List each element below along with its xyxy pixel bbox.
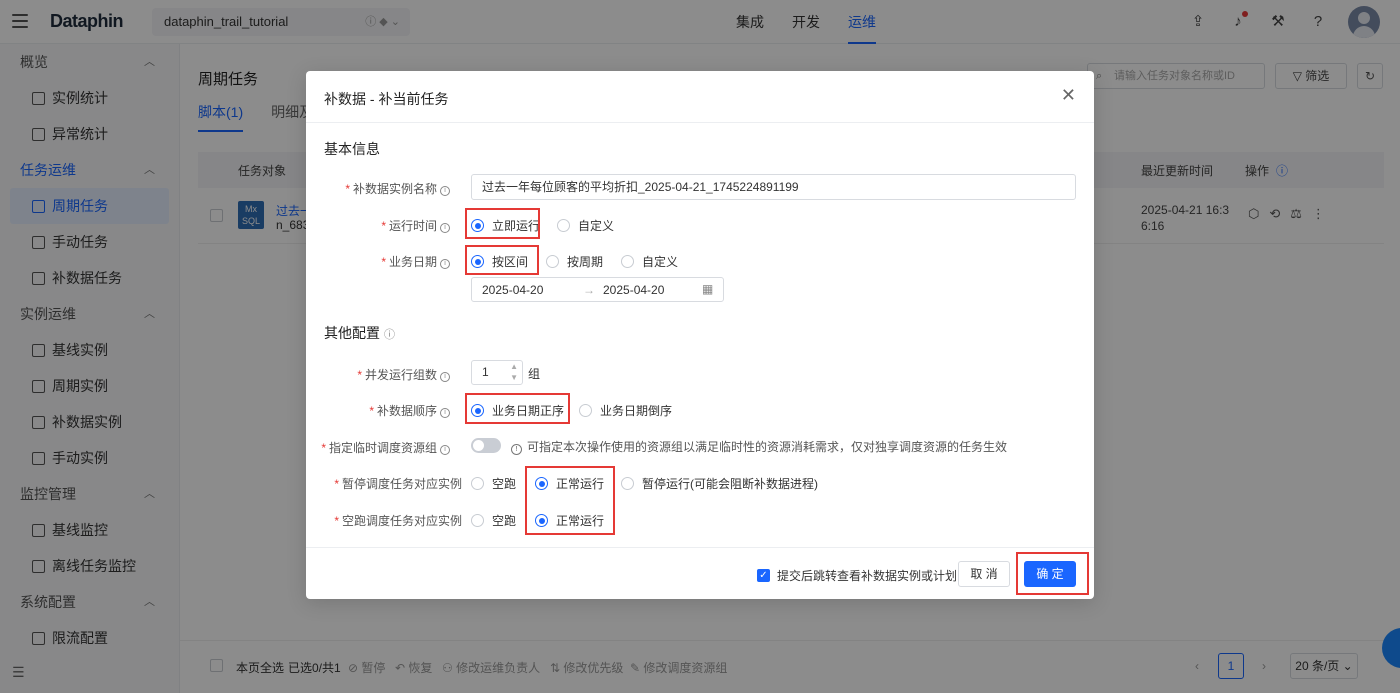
highlight-box xyxy=(525,466,615,535)
info-icon: i xyxy=(440,445,450,455)
highlight-box xyxy=(1016,552,1089,595)
label-instance-name: * 补数据实例名称 i xyxy=(306,180,450,197)
label-run-time: * 运行时间 i xyxy=(306,217,450,234)
highlight-box xyxy=(465,393,570,424)
info-icon: i xyxy=(440,372,450,382)
info-icon: ! xyxy=(511,444,522,455)
calendar-icon[interactable]: ▦ xyxy=(702,282,713,296)
cancel-button[interactable]: 取 消 xyxy=(958,561,1010,587)
date-start[interactable]: 2025-04-20 xyxy=(482,283,543,297)
resource-group-hint: ! 可指定本次操作使用的资源组以满足临时性的资源消耗需求，仅对独享调度资源的任务生… xyxy=(511,438,1007,455)
radio-run-custom[interactable]: 自定义 xyxy=(557,217,614,234)
resource-group-toggle[interactable] xyxy=(471,438,501,453)
arrow-right-icon: → xyxy=(583,283,595,297)
radio-paused-dry[interactable]: 空跑 xyxy=(471,475,516,492)
radio-date-custom[interactable]: 自定义 xyxy=(621,253,678,270)
section-basic: 基本信息 xyxy=(324,141,380,157)
info-icon: i xyxy=(440,186,450,196)
info-icon: ⓘ xyxy=(384,329,395,341)
section-other: 其他配置 ⓘ xyxy=(324,325,395,341)
label-dry-instance: * 空跑调度任务对应实例 xyxy=(334,514,462,528)
date-end[interactable]: 2025-04-20 xyxy=(603,283,664,297)
concurrency-stepper[interactable]: 1 ▲ ▼ xyxy=(471,360,523,385)
label-concurrency: * 并发运行组数 i xyxy=(306,366,450,383)
jump-after-submit-checkbox[interactable]: ✓ 提交后跳转查看补数据实例或计划 xyxy=(757,567,957,584)
highlight-box xyxy=(465,208,540,239)
concurrency-unit: 组 xyxy=(528,367,541,381)
info-icon: i xyxy=(440,223,450,233)
highlight-box xyxy=(465,245,539,275)
radio-paused-pause[interactable]: 暂停运行(可能会阻断补数据进程) xyxy=(621,475,818,492)
info-icon: i xyxy=(440,259,450,269)
date-range-picker[interactable]: 2025-04-20 → 2025-04-20 ▦ xyxy=(471,277,724,302)
radio-by-period[interactable]: 按周期 xyxy=(546,253,603,270)
radio-order-desc[interactable]: 业务日期倒序 xyxy=(579,402,672,419)
label-biz-date: * 业务日期 i xyxy=(306,253,450,270)
dialog-title: 补数据 - 补当前任务 xyxy=(324,91,449,107)
close-icon[interactable]: ✕ xyxy=(1061,85,1076,106)
label-paused-instance: * 暂停调度任务对应实例 xyxy=(334,477,462,491)
dialog-footer: ✓ 提交后跳转查看补数据实例或计划 取 消 确 定 xyxy=(306,547,1094,599)
backfill-dialog: 补数据 - 补当前任务 ✕ 基本信息 * 补数据实例名称 i 过去一年每位顾客的平均… xyxy=(306,71,1094,599)
info-icon: i xyxy=(440,408,450,418)
radio-dry-dry[interactable]: 空跑 xyxy=(471,512,516,529)
label-order: * 补数据顺序 i xyxy=(306,402,450,419)
check-icon: ✓ xyxy=(757,569,770,582)
instance-name-input[interactable]: 过去一年每位顾客的平均折扣_2025-04-21_1745224891199 xyxy=(471,174,1076,200)
stepper-arrows-icon[interactable]: ▲ ▼ xyxy=(510,361,518,383)
dialog-header: 补数据 - 补当前任务 ✕ xyxy=(306,71,1094,123)
label-resource-group: * 指定临时调度资源组 i xyxy=(306,439,450,456)
